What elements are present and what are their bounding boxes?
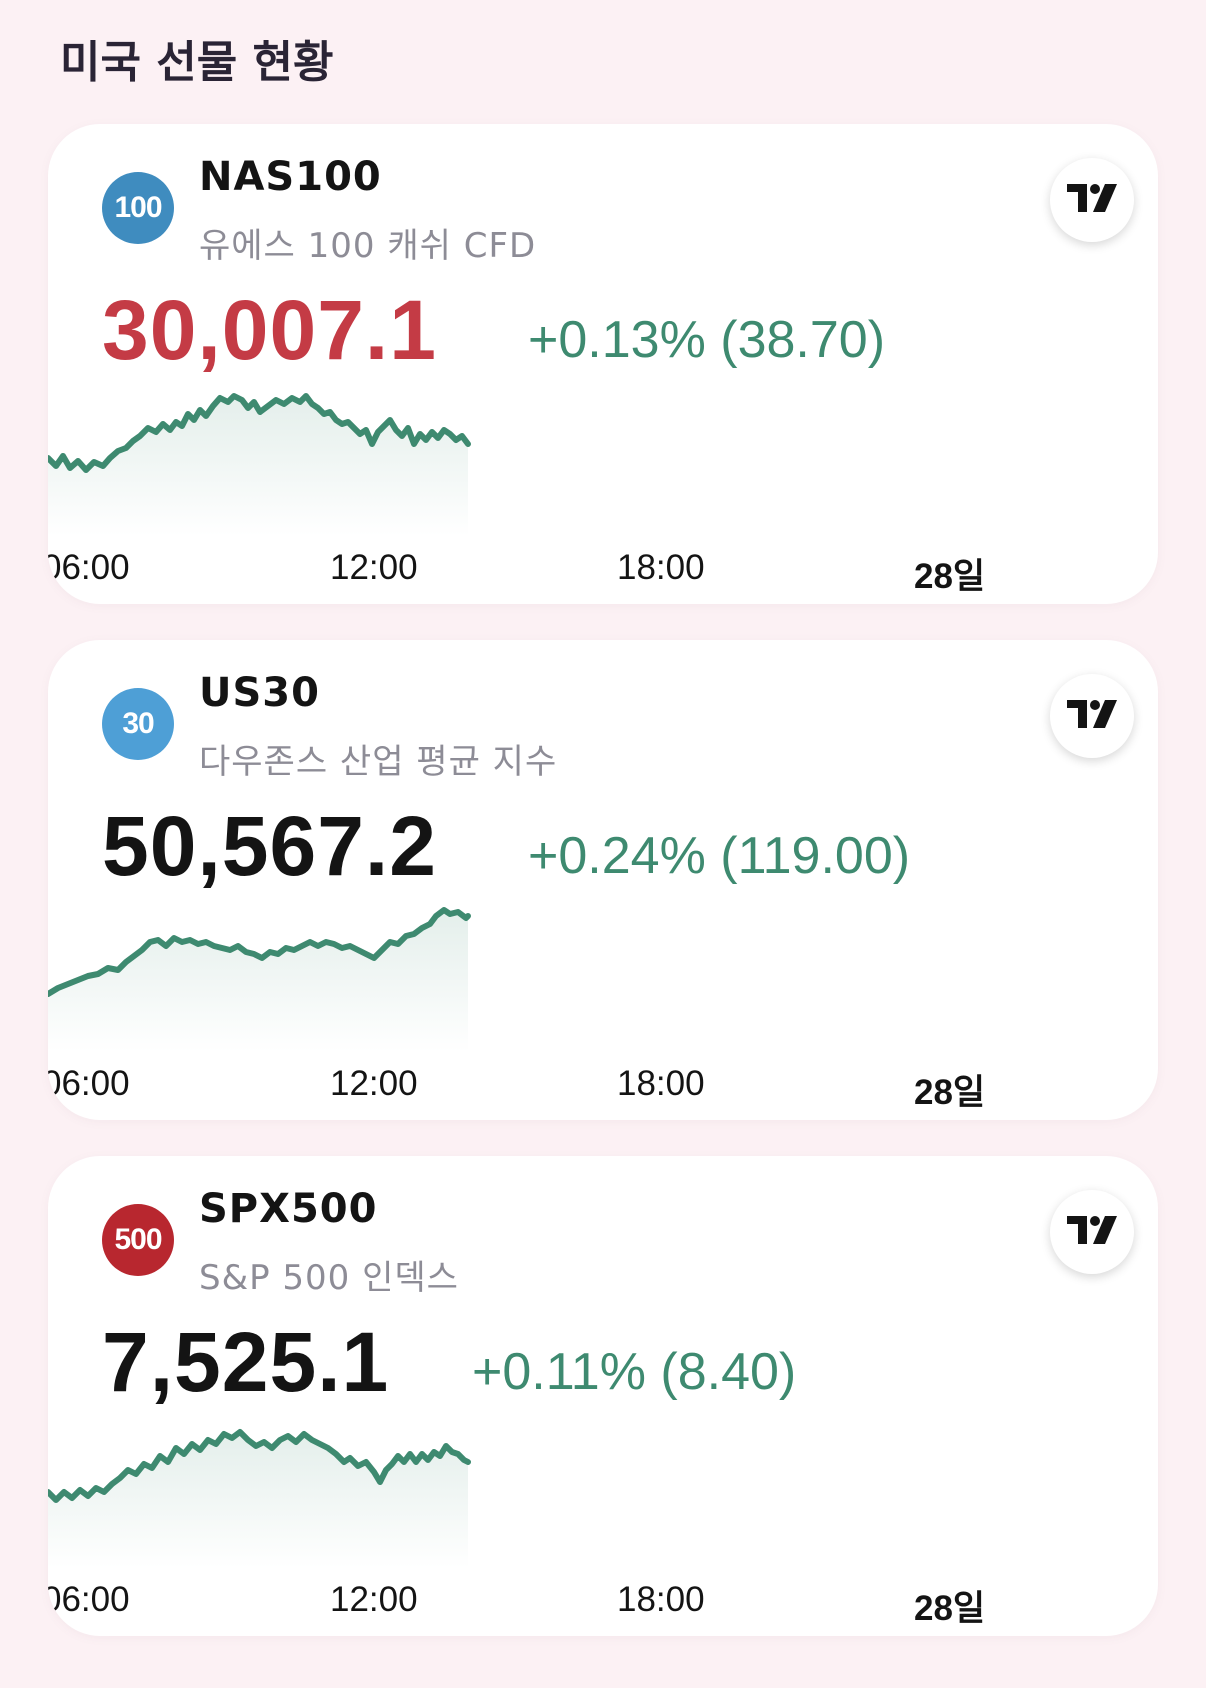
- sparkline-chart: [48, 907, 471, 1052]
- time-axis: 06:00 12:00 18:00 28일: [48, 548, 1158, 596]
- sparkline-chart: [48, 393, 471, 536]
- sparkline-area: [48, 910, 468, 1052]
- symbol-name: US30: [199, 670, 320, 716]
- axis-tick: 06:00: [48, 548, 130, 587]
- symbol-badge: 500: [102, 1204, 174, 1276]
- sparkline-area: [48, 1432, 468, 1568]
- symbol-badge: 100: [102, 172, 174, 244]
- price-change: +0.11% (8.40): [472, 1343, 797, 1401]
- time-axis: 06:00 12:00 18:00 28일: [48, 1580, 1158, 1628]
- axis-tick: 12:00: [330, 548, 418, 587]
- symbol-description: 유에스 100 캐쉬 CFD: [199, 226, 537, 266]
- price-value: 50,567.2: [102, 799, 437, 893]
- axis-tick: 18:00: [617, 1580, 705, 1619]
- sparkline-area: [48, 396, 468, 536]
- price-value: 30,007.1: [102, 283, 437, 377]
- futures-card-spx500[interactable]: 500 SPX500 S&P 500 인덱스 7,525.1 +0.11% (8…: [48, 1156, 1158, 1636]
- axis-tick: 18:00: [617, 548, 705, 587]
- tradingview-logo-icon: [1065, 182, 1119, 218]
- symbol-description: S&P 500 인덱스: [199, 1258, 459, 1298]
- axis-tick: 28일: [914, 1589, 986, 1628]
- tradingview-button[interactable]: [1050, 1190, 1134, 1274]
- tradingview-logo-icon: [1065, 1214, 1119, 1250]
- axis-tick: 12:00: [330, 1064, 418, 1103]
- symbol-name: NAS100: [199, 154, 382, 200]
- page-title: 미국 선물 현황: [60, 37, 334, 88]
- tradingview-button[interactable]: [1050, 158, 1134, 242]
- axis-tick: 28일: [914, 1073, 986, 1112]
- price-value: 7,525.1: [102, 1315, 390, 1409]
- tradingview-logo-icon: [1065, 698, 1119, 734]
- axis-tick: 06:00: [48, 1064, 130, 1103]
- sparkline-chart: [48, 1429, 471, 1568]
- symbol-badge: 30: [102, 688, 174, 760]
- time-axis: 06:00 12:00 18:00 28일: [48, 1064, 1158, 1112]
- symbol-description: 다우존스 산업 평균 지수: [199, 742, 558, 782]
- futures-card-us30[interactable]: 30 US30 다우존스 산업 평균 지수 50,567.2 +0.24% (1…: [48, 640, 1158, 1120]
- price-change: +0.13% (38.70): [528, 311, 886, 369]
- axis-tick: 12:00: [330, 1580, 418, 1619]
- symbol-name: SPX500: [199, 1186, 378, 1232]
- futures-card-nas100[interactable]: 100 NAS100 유에스 100 캐쉬 CFD 30,007.1 +0.13…: [48, 124, 1158, 604]
- axis-tick: 06:00: [48, 1580, 130, 1619]
- axis-tick: 28일: [914, 557, 986, 596]
- axis-tick: 18:00: [617, 1064, 705, 1103]
- tradingview-button[interactable]: [1050, 674, 1134, 758]
- price-change: +0.24% (119.00): [528, 827, 911, 885]
